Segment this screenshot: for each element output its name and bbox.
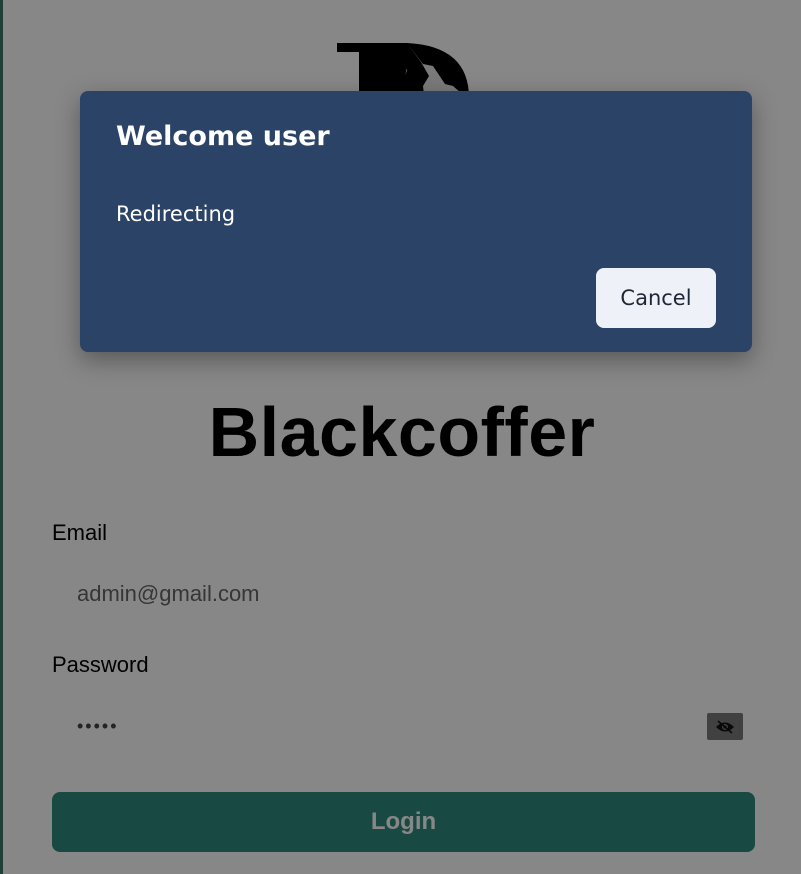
- dialog-title: Welcome user: [116, 121, 330, 152]
- welcome-dialog: Welcome user Redirecting Cancel: [80, 91, 752, 352]
- cancel-button[interactable]: Cancel: [596, 268, 716, 328]
- dialog-message: Redirecting: [116, 202, 236, 226]
